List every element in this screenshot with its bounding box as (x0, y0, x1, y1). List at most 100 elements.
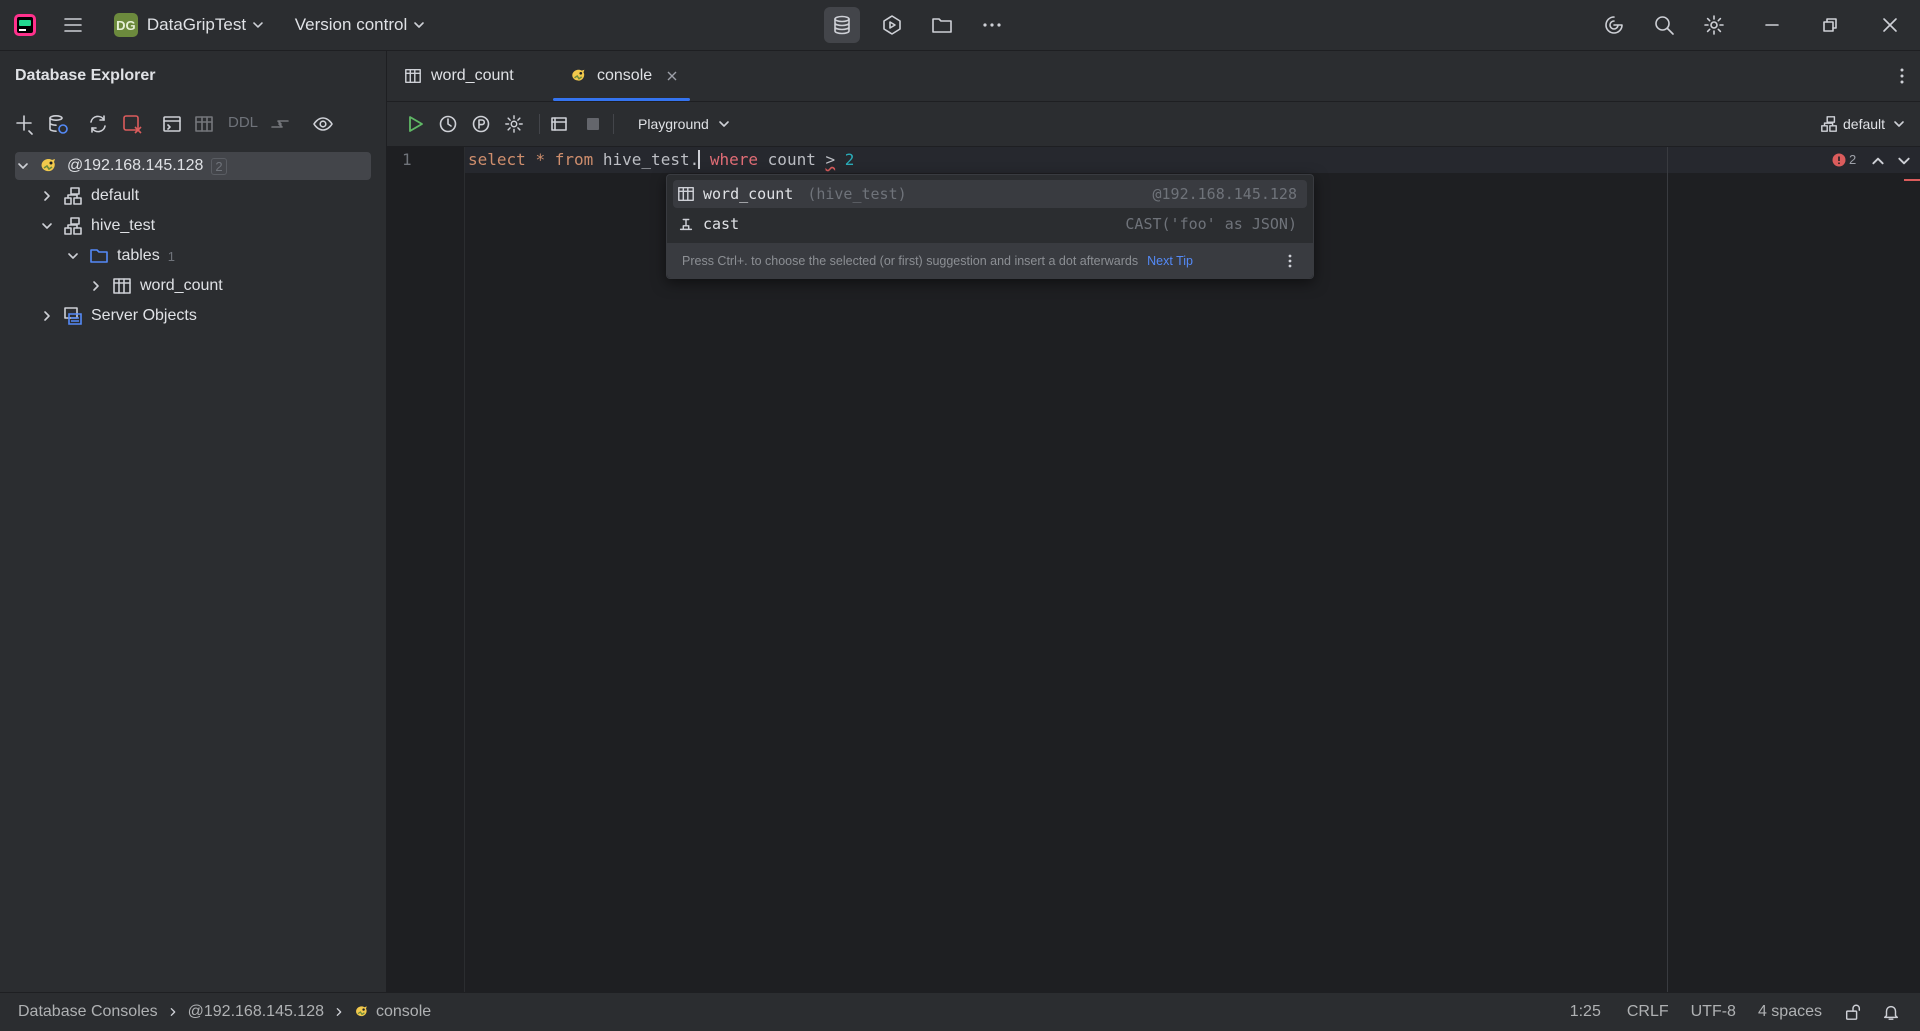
table-icon (112, 276, 132, 296)
chevron-right-icon (334, 1007, 344, 1017)
previous-error-icon[interactable] (1871, 154, 1885, 168)
table-word-count-label: word_count (140, 277, 223, 294)
table-editor-icon[interactable] (192, 112, 216, 136)
chevron-down-icon (414, 22, 425, 28)
tab-console[interactable]: console (570, 51, 678, 101)
tree-item-schema-hive-test[interactable]: hive_test (39, 212, 155, 240)
jump-to-console-icon[interactable] (160, 112, 184, 136)
status-bar: Database Consoles @192.168.145.128 conso… (0, 992, 1920, 1031)
chevron-right-icon (168, 1007, 178, 1017)
hive-console-icon (572, 69, 585, 81)
chevron-right-icon[interactable] (39, 310, 55, 322)
text-caret (698, 150, 701, 169)
settings-gear-icon[interactable] (1696, 7, 1732, 43)
settings-gear-icon[interactable] (502, 112, 526, 136)
add-icon[interactable] (13, 112, 37, 136)
chevron-down-icon[interactable] (15, 160, 31, 172)
refresh-icon[interactable] (86, 112, 110, 136)
toolbar-divider (613, 114, 614, 134)
data-source-properties-icon[interactable] (46, 112, 70, 136)
error-icon (1832, 153, 1846, 166)
completion-popup: word_count (hive_test) @192.168.145.128 … (666, 174, 1314, 279)
more-icon[interactable] (974, 7, 1010, 43)
schema-selector[interactable]: default (1820, 112, 1905, 136)
schema-default-label: default (91, 187, 140, 204)
datasource-count: 2 (211, 157, 227, 175)
result-view-icon[interactable] (547, 112, 571, 136)
chevron-down-icon[interactable] (39, 220, 55, 232)
active-tab-indicator (553, 98, 690, 101)
close-window-icon[interactable] (1872, 7, 1908, 43)
title-bar: DG DataGripTest Version control (0, 0, 1920, 51)
lock-icon[interactable] (1844, 1003, 1862, 1021)
schema-icon (63, 216, 83, 236)
function-icon (677, 215, 697, 233)
gutter-divider (464, 147, 465, 992)
next-error-icon[interactable] (1897, 154, 1911, 168)
tab-options-icon[interactable] (1892, 66, 1912, 86)
restore-icon[interactable] (1812, 7, 1848, 43)
code-line[interactable]: select * from hive_test. where count > 2 (468, 150, 854, 169)
minimize-icon[interactable] (1754, 7, 1790, 43)
number-literal: 2 (844, 150, 855, 169)
chevron-down-icon (253, 22, 263, 28)
next-tip-link[interactable]: Next Tip (1147, 254, 1193, 268)
tree-item-schema-default[interactable]: default (39, 182, 139, 210)
breadcrumb-database-consoles[interactable]: Database Consoles (18, 1003, 158, 1021)
completion-item-cast[interactable]: cast CAST('foo' as JSON) (673, 210, 1307, 238)
tab-console-label: console (597, 67, 653, 84)
line-separator[interactable]: CRLF (1627, 1003, 1669, 1021)
files-icon[interactable] (924, 7, 960, 43)
datasource-label: @192.168.145.128 (67, 157, 204, 174)
toolbar-divider (539, 114, 540, 134)
run-icon[interactable] (403, 112, 427, 136)
search-icon[interactable] (1646, 7, 1682, 43)
tree-item-tables-folder[interactable]: tables 1 (65, 242, 175, 270)
keyword-from: from (554, 150, 594, 169)
breadcrumb-console[interactable]: console (354, 1003, 431, 1021)
error-count: 2 (1849, 152, 1857, 167)
completion-item-word-count[interactable]: word_count (hive_test) @192.168.145.128 (673, 180, 1307, 208)
column-identifier: count (767, 150, 816, 169)
explain-plan-icon[interactable] (469, 112, 493, 136)
tree-item-datasource[interactable]: @192.168.145.128 2 (15, 152, 371, 180)
main-menu-icon[interactable] (58, 7, 88, 43)
popup-more-icon[interactable] (1283, 253, 1297, 269)
keyword-where: where (709, 150, 759, 169)
ddl-button[interactable]: DDL (228, 114, 258, 131)
notifications-bell-icon[interactable] (1882, 1003, 1900, 1021)
mode-selector[interactable]: Playground (638, 112, 730, 136)
tree-item-table-word-count[interactable]: word_count (88, 272, 223, 300)
tab-word-count-label: word_count (431, 67, 514, 84)
schema-label: default (1843, 116, 1886, 132)
table-icon (677, 185, 697, 203)
chevron-down-icon[interactable] (65, 250, 81, 262)
editor-tab-bar: word_count console (387, 51, 1920, 102)
services-icon[interactable] (874, 7, 910, 43)
breadcrumb-datasource[interactable]: @192.168.145.128 (188, 1003, 324, 1021)
completion-footer: Press Ctrl+. to choose the selected (or … (667, 243, 1313, 278)
history-clock-icon[interactable] (436, 112, 460, 136)
server-objects-label: Server Objects (91, 307, 197, 324)
compare-icon[interactable] (268, 112, 292, 136)
chevron-right-icon[interactable] (88, 280, 104, 292)
tree-item-server-objects[interactable]: Server Objects (39, 302, 197, 330)
version-control-label: Version control (294, 15, 408, 34)
close-tab-icon[interactable] (666, 70, 678, 82)
chevron-right-icon[interactable] (39, 190, 55, 202)
database-explorer-toggle-icon[interactable] (824, 7, 860, 43)
datagrip-logo-icon[interactable] (10, 7, 40, 43)
project-selector[interactable]: DG DataGripTest (114, 7, 264, 43)
ai-assistant-icon[interactable] (1596, 7, 1632, 43)
version-control-menu[interactable]: Version control (290, 7, 430, 43)
error-indicator[interactable]: 2 (1832, 152, 1856, 167)
error-stripe-mark[interactable] (1904, 179, 1920, 181)
indent-setting[interactable]: 4 spaces (1758, 1003, 1822, 1021)
caret-position[interactable]: 1:25 (1570, 1003, 1601, 1021)
view-options-eye-icon[interactable] (311, 112, 335, 136)
file-encoding[interactable]: UTF-8 (1691, 1003, 1736, 1021)
disconnect-icon[interactable] (120, 112, 144, 136)
stop-icon[interactable] (581, 112, 605, 136)
completion-item-name: cast (703, 215, 740, 233)
tab-word-count[interactable]: word_count (404, 51, 514, 101)
